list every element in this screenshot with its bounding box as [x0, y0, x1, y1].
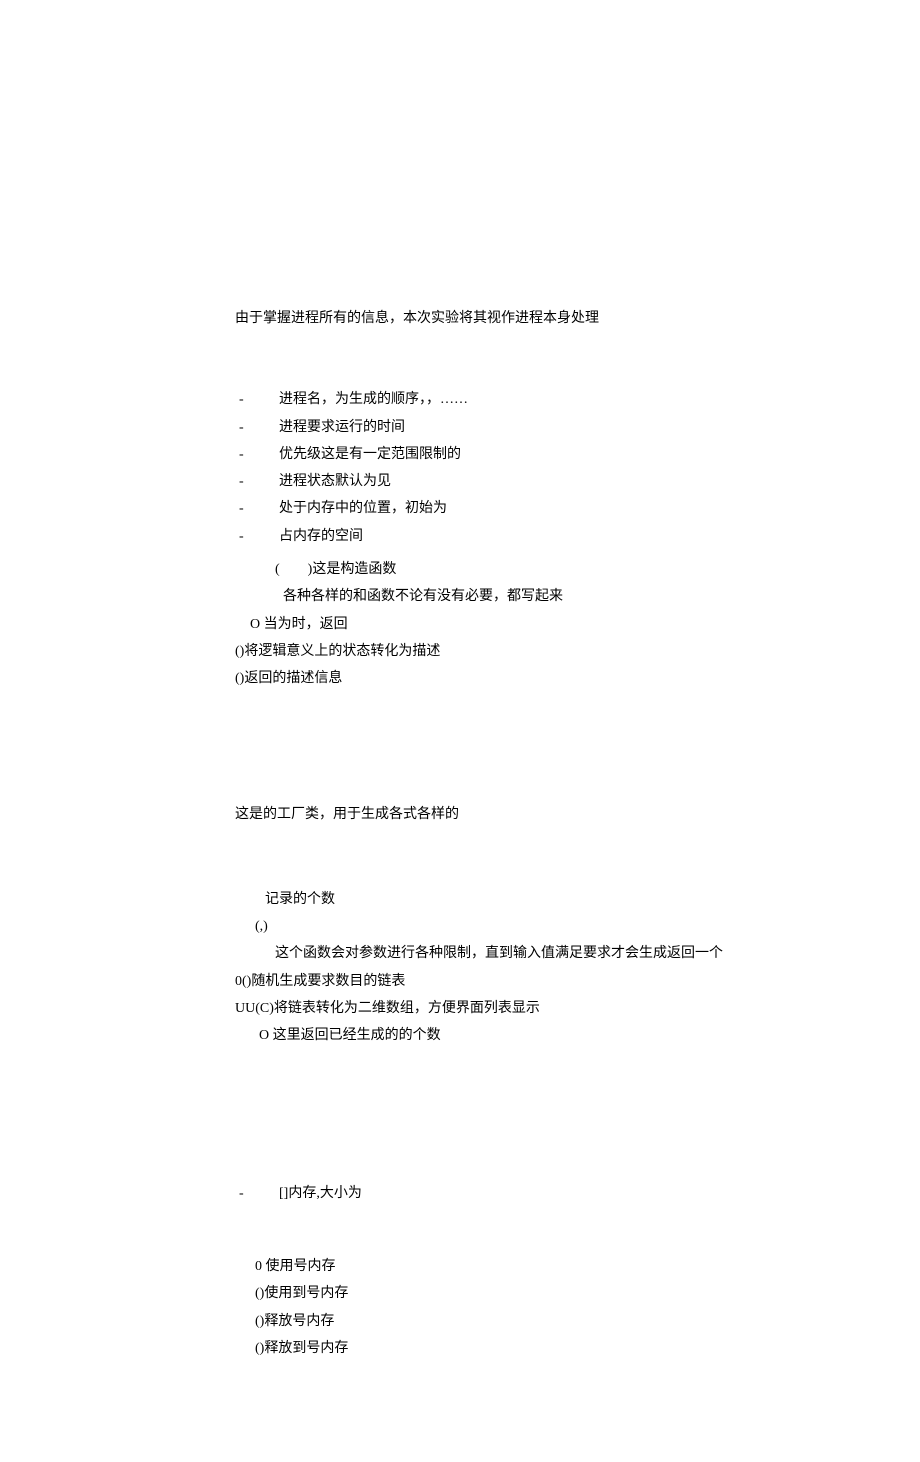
spacer [235, 1213, 730, 1253]
section2-line4: 0()随机生成要求数目的链表 [235, 968, 730, 995]
list-item: - 占内存的空间 [235, 523, 730, 550]
section1-intro: 由于掌握进程所有的信息，本次实验将其视作进程本身处理 [235, 305, 730, 332]
list-item: - 进程状态默认为见 [235, 468, 730, 495]
dash-icon: - [235, 523, 279, 550]
spacer [235, 842, 730, 886]
dash-icon: - [235, 414, 279, 441]
list-item-text: 处于内存中的位置，初始为 [279, 495, 730, 522]
section2-intro: 这是的工厂类，用于生成各式各样的 [235, 801, 730, 828]
list-item: - 进程要求运行的时间 [235, 414, 730, 441]
dash-icon: - [235, 1180, 279, 1207]
list-item-text: 占内存的空间 [279, 523, 730, 550]
section1-sub4: ()将逻辑意义上的状态转化为描述 [235, 638, 730, 665]
section2-line3: 这个函数会对参数进行各种限制，直到输入值满足要求才会生成返回一个 [235, 940, 730, 967]
section2-line6: O 这里返回已经生成的的个数 [235, 1022, 730, 1049]
section3-list: - []内存,大小为 [235, 1180, 730, 1207]
dash-icon: - [235, 495, 279, 522]
dash-icon: - [235, 386, 279, 413]
section1-sub3: O 当为时，返回 [235, 611, 730, 638]
section3-line1: 0 使用号内存 [235, 1253, 730, 1280]
list-item: - 进程名，为生成的顺序，，…… [235, 386, 730, 413]
dash-icon: - [235, 468, 279, 495]
document-page: 由于掌握进程所有的信息，本次实验将其视作进程本身处理 - 进程名，为生成的顺序，… [0, 0, 920, 1462]
spacer [235, 1050, 730, 1180]
section1-sub2: 各种各样的和函数不论有没有必要，都写起来 [235, 583, 730, 610]
list-item: - 处于内存中的位置，初始为 [235, 495, 730, 522]
list-item: - 优先级这是有一定范围限制的 [235, 441, 730, 468]
list-item-text: []内存,大小为 [279, 1180, 730, 1207]
list-item-text: 优先级这是有一定范围限制的 [279, 441, 730, 468]
spacer [235, 346, 730, 386]
section2-line1: 记录的个数 [235, 886, 730, 913]
spacer [235, 693, 730, 801]
section3-line2: ()使用到号内存 [235, 1280, 730, 1307]
section1-sub5: ()返回的描述信息 [235, 665, 730, 692]
list-item-text: 进程要求运行的时间 [279, 414, 730, 441]
section1-list: - 进程名，为生成的顺序，，…… - 进程要求运行的时间 - 优先级这是有一定范… [235, 386, 730, 550]
dash-icon: - [235, 441, 279, 468]
section2-line5: UU(C)将链表转化为二维数组，方便界面列表显示 [235, 995, 730, 1022]
list-item-text: 进程状态默认为见 [279, 468, 730, 495]
section3-line3: ()释放号内存 [235, 1308, 730, 1335]
section1-sub1: ( )这是构造函数 [235, 556, 730, 583]
section2-line2: (,) [235, 913, 730, 940]
list-item-text: 进程名，为生成的顺序，，…… [279, 386, 730, 413]
list-item: - []内存,大小为 [235, 1180, 730, 1207]
section3-line4: ()释放到号内存 [235, 1335, 730, 1362]
